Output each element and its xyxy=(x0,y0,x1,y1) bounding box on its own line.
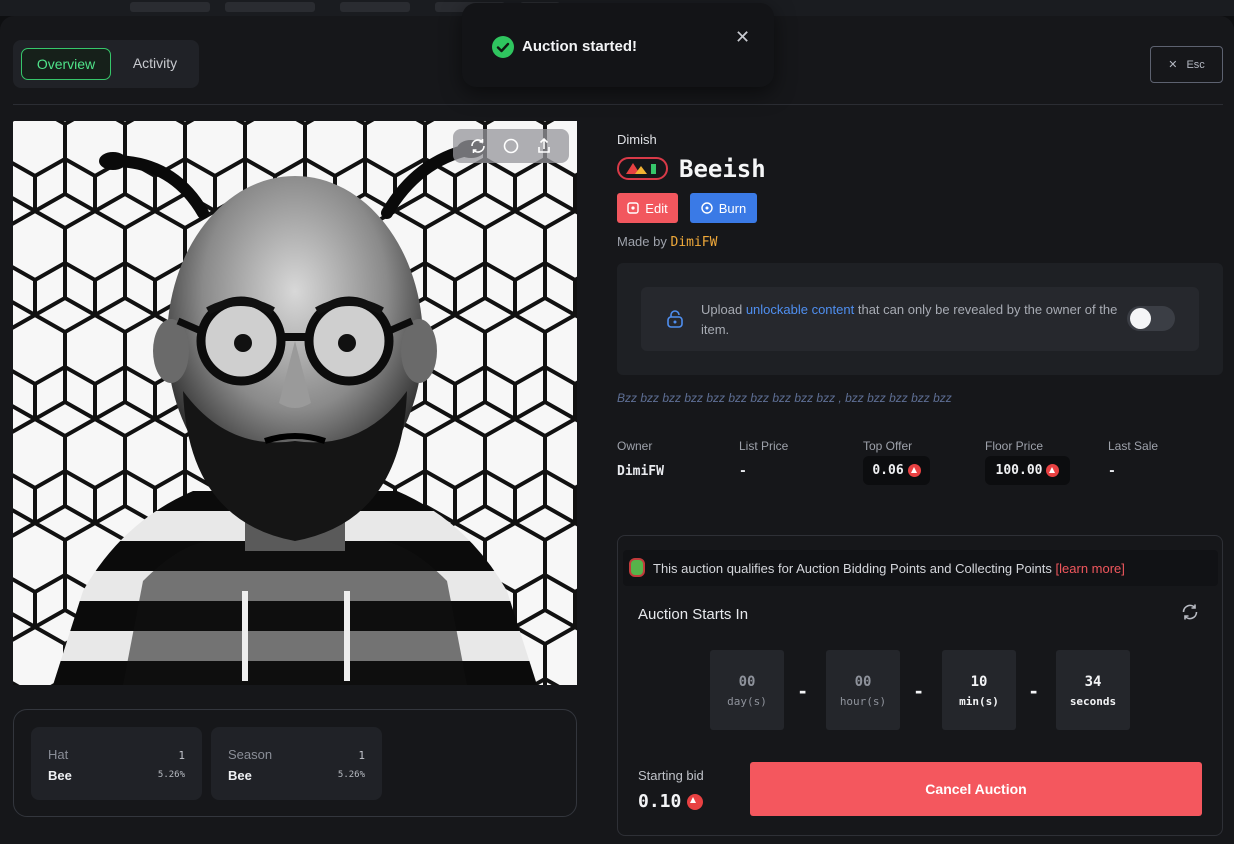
countdown-separator: - xyxy=(915,678,923,703)
tab-overview[interactable]: Overview xyxy=(21,48,111,80)
burn-label: Burn xyxy=(718,200,747,216)
unlockable-row: Upload unlockable content that can only … xyxy=(641,287,1199,351)
floor-price-box: 100.00 xyxy=(985,456,1070,485)
floor-price-label: Floor Price xyxy=(985,439,1044,453)
starting-bid-amount: 0.10 xyxy=(638,791,682,812)
avalanche-logo-icon xyxy=(617,157,668,180)
refresh-icon[interactable] xyxy=(1180,602,1200,622)
trait-count: 1 xyxy=(358,749,365,762)
trait-percent: 5.26% xyxy=(157,770,185,780)
trait-value: Bee xyxy=(228,768,252,783)
item-title: Beeish xyxy=(679,155,766,183)
item-artwork xyxy=(13,121,577,685)
countdown-value: 34 xyxy=(1084,674,1102,690)
countdown-unit: hour(s) xyxy=(839,695,887,708)
last-sale-label: Last Sale xyxy=(1108,439,1159,453)
lock-icon xyxy=(667,310,683,328)
burn-button[interactable]: Burn xyxy=(690,193,757,223)
points-banner: This auction qualifies for Auction Biddi… xyxy=(623,550,1218,586)
close-icon: ✕ xyxy=(1168,59,1178,71)
countdown-unit: min(s) xyxy=(959,695,999,708)
edit-button[interactable]: Edit xyxy=(617,193,678,223)
trait-card[interactable]: Hat Bee 1 5.26% xyxy=(31,727,202,800)
creator-link[interactable]: DimiFW xyxy=(671,235,718,250)
list-price-label: List Price xyxy=(739,439,789,453)
avax-icon xyxy=(1046,464,1060,477)
points-text: This auction qualifies for Auction Biddi… xyxy=(653,561,1125,576)
top-offer-box: 0.06 xyxy=(863,456,930,485)
owner-label: Owner xyxy=(617,439,653,453)
bee-man-illustration xyxy=(13,121,577,685)
points-message: This auction qualifies for Auction Biddi… xyxy=(653,561,1052,576)
countdown-value: 00 xyxy=(738,674,756,690)
countdown-separator: - xyxy=(799,678,807,703)
burn-icon xyxy=(701,202,713,214)
countdown-unit: day(s) xyxy=(727,695,767,708)
unlockable-panel: Upload unlockable content that can only … xyxy=(617,263,1223,375)
countdown-hours: 00 hour(s) xyxy=(826,650,900,730)
countdown-days: 00 day(s) xyxy=(710,650,784,730)
starting-bid-value: 0.10 xyxy=(638,791,704,812)
toast-close-icon[interactable]: ✕ xyxy=(735,27,750,48)
toast-message: Auction started! xyxy=(522,38,638,55)
mascot-icon xyxy=(629,558,645,577)
background-nav-item xyxy=(340,2,410,12)
collection-name[interactable]: Dimish xyxy=(617,132,657,147)
top-offer-value: 0.06 xyxy=(872,463,904,478)
made-by-prefix: Made by xyxy=(617,234,667,249)
toggle-knob xyxy=(1130,308,1151,329)
success-check-icon xyxy=(492,36,514,58)
countdown-minutes: 10 min(s) xyxy=(942,650,1016,730)
background-nav-item xyxy=(225,2,315,12)
trait-card[interactable]: Season Bee 1 5.26% xyxy=(211,727,382,800)
floor-price-value: 100.00 xyxy=(995,463,1043,478)
refresh-icon[interactable] xyxy=(469,137,487,155)
unlockable-text: Upload unlockable content that can only … xyxy=(701,300,1131,340)
esc-label: Esc xyxy=(1186,58,1205,71)
trait-type: Season xyxy=(228,747,273,762)
countdown-seconds: 34 seconds xyxy=(1056,650,1130,730)
top-offer-label: Top Offer xyxy=(863,439,913,453)
cancel-auction-button[interactable]: Cancel Auction xyxy=(750,762,1202,816)
unlockable-toggle[interactable] xyxy=(1127,306,1175,331)
made-by: Made by DimiFW xyxy=(617,234,717,250)
countdown-unit: seconds xyxy=(1069,695,1117,708)
countdown-value: 10 xyxy=(970,674,988,690)
background-nav-item xyxy=(130,2,210,12)
edit-icon xyxy=(627,202,639,214)
avax-icon xyxy=(907,464,921,477)
last-sale-value: - xyxy=(1108,464,1116,479)
share-icon[interactable] xyxy=(535,137,553,155)
item-description: Bzz bzz bzz bzz bzz bzz bzz bzz bzz bzz … xyxy=(617,391,952,405)
tab-bar: Overview Activity xyxy=(13,40,199,88)
close-button[interactable]: ✕ Esc xyxy=(1150,46,1223,83)
owner-value[interactable]: DimiFW xyxy=(617,464,664,479)
trait-value: Bee xyxy=(48,768,72,783)
edit-label: Edit xyxy=(645,200,668,216)
traits-panel: Hat Bee 1 5.26% Season Bee 1 5.26% xyxy=(13,709,577,817)
unlockable-prefix: Upload xyxy=(701,302,746,317)
trait-count: 1 xyxy=(178,749,185,762)
countdown-separator: - xyxy=(1030,678,1038,703)
learn-more-link[interactable]: [learn more] xyxy=(1056,561,1125,576)
auction-heading: Auction Starts In xyxy=(638,606,749,623)
avax-icon xyxy=(687,793,704,810)
artwork-toolbar xyxy=(453,129,569,163)
unlockable-link[interactable]: unlockable content xyxy=(746,302,854,317)
favorite-icon[interactable] xyxy=(502,137,520,155)
countdown-value: 00 xyxy=(854,674,872,690)
tab-activity[interactable]: Activity xyxy=(117,48,193,80)
starting-bid-label: Starting bid xyxy=(638,768,704,783)
trait-percent: 5.26% xyxy=(337,770,365,780)
list-price-value: - xyxy=(739,464,747,479)
auction-panel: This auction qualifies for Auction Biddi… xyxy=(617,535,1223,836)
trait-type: Hat xyxy=(48,747,69,762)
header-divider xyxy=(13,104,1223,105)
toast-notification: Auction started! ✕ xyxy=(462,3,774,87)
